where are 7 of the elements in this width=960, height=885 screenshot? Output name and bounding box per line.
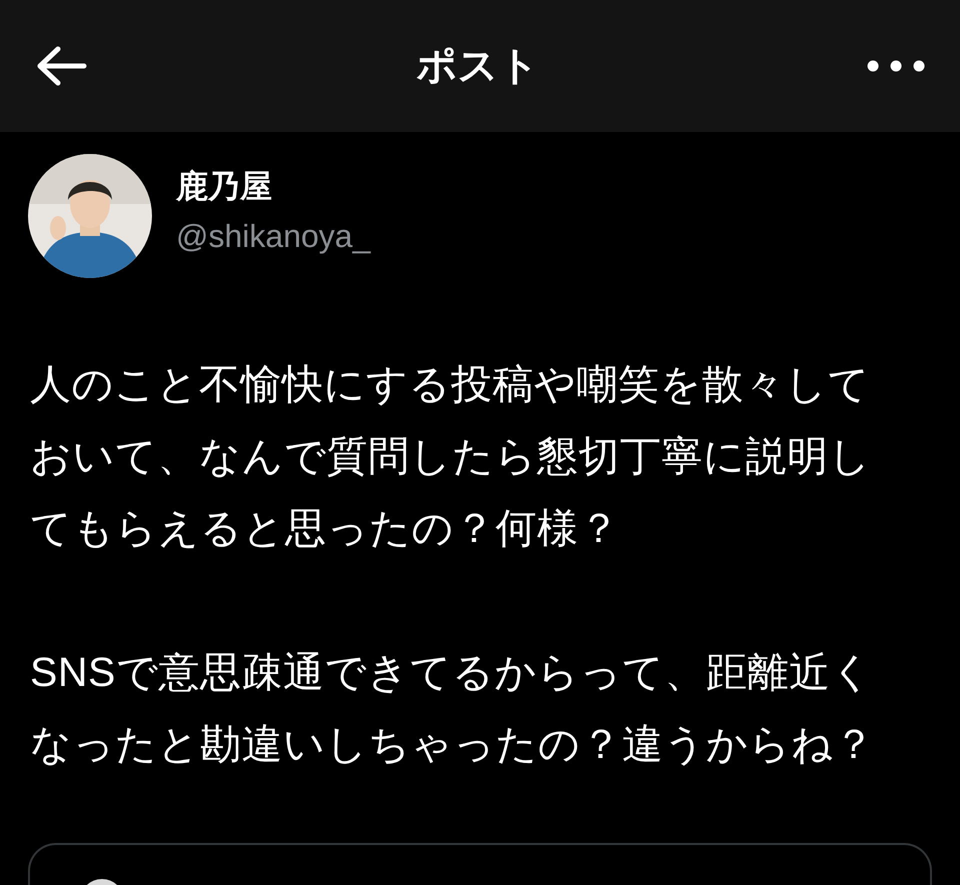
page-title: ポスト [416,43,540,90]
post-text: SNSで意思疎通できてるからって、距離近くなったと勘違いしちゃったの？違うからね？ [30,648,876,769]
back-arrow-icon [36,46,88,86]
author-name: 鹿乃屋 [176,167,273,206]
author-handle: @shikanoya_ [176,217,370,256]
post-text: 人のこと不愉快にする投稿や嘲笑を散々しておいて、なんで質問したら懇切丁寧に説明してもらえると思ったの？何様？ [30,360,872,553]
more-icon [867,60,925,72]
